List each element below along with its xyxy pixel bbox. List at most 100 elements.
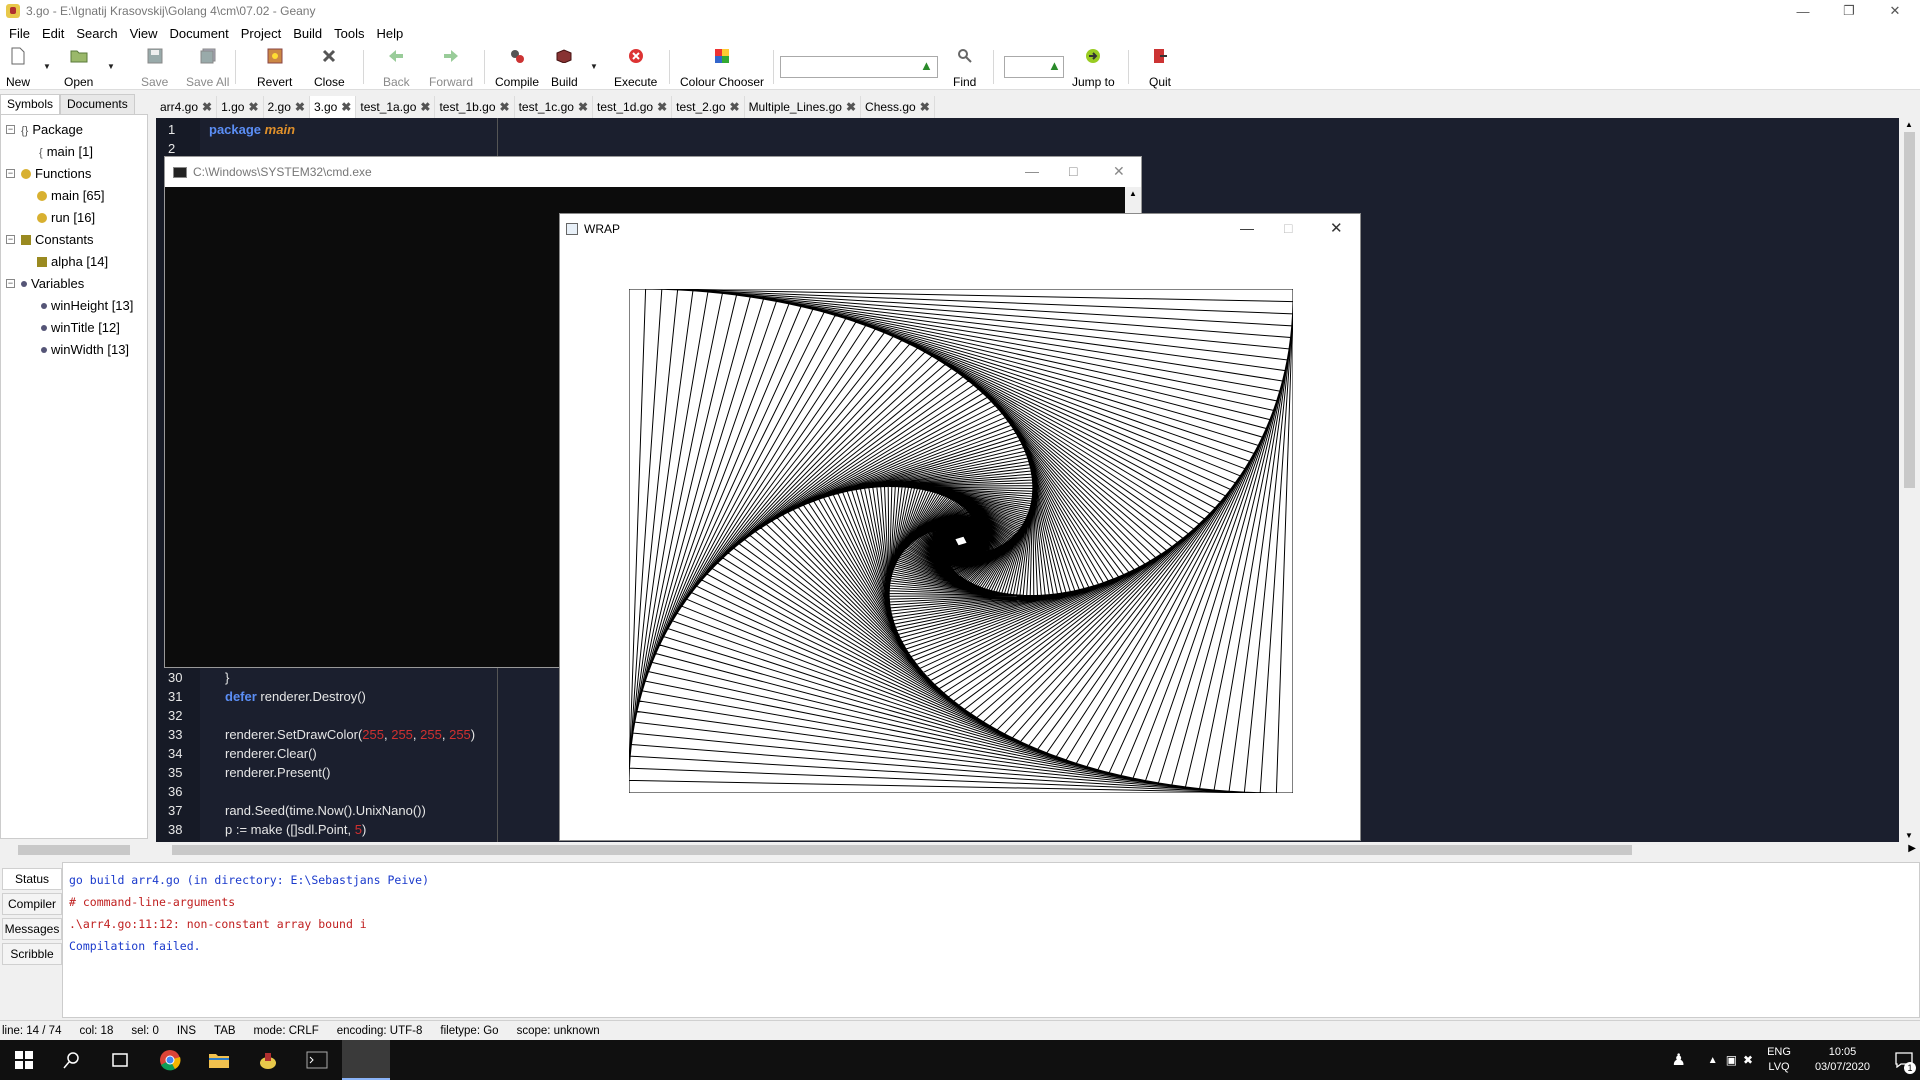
search-go-icon[interactable]: ▲: [920, 58, 933, 73]
cmd-close-button[interactable]: ✕: [1113, 163, 1125, 180]
cmd-taskbar-button[interactable]: [293, 1040, 341, 1080]
close-tab-icon[interactable]: ✖: [420, 100, 430, 114]
collapse-icon[interactable]: −: [6, 235, 15, 244]
scroll-right-arrow-icon[interactable]: ▶: [1908, 843, 1916, 854]
volume-muted-icon[interactable]: ✖: [1743, 1053, 1753, 1067]
doc-tab[interactable]: test_1b.go ✖: [435, 96, 515, 118]
tree-item-alpha[interactable]: alpha [14]: [37, 254, 108, 269]
build-button[interactable]: Build: [551, 47, 578, 89]
doc-tab[interactable]: test_1d.go ✖: [593, 96, 673, 118]
tab-compiler[interactable]: Compiler: [2, 893, 62, 915]
cmd-maximize-button[interactable]: □: [1069, 163, 1077, 179]
close-window-button[interactable]: ✕: [1872, 0, 1918, 22]
tree-item-winheight[interactable]: winHeight [13]: [41, 298, 133, 313]
collapse-icon[interactable]: −: [6, 125, 15, 134]
close-tab-icon[interactable]: ✖: [657, 100, 667, 114]
back-button[interactable]: Back: [383, 47, 410, 89]
collapse-icon[interactable]: −: [6, 279, 15, 288]
minimize-button[interactable]: —: [1780, 0, 1826, 22]
network-icon[interactable]: ▣: [1726, 1053, 1737, 1067]
scroll-up-arrow-icon[interactable]: ▲: [1129, 189, 1137, 198]
doc-tab[interactable]: test_2.go ✖: [672, 96, 745, 118]
scrollbar-thumb[interactable]: [18, 845, 130, 855]
open-button[interactable]: Open: [64, 47, 93, 89]
tree-group-variables[interactable]: − Variables: [6, 276, 84, 291]
cmd-title-bar[interactable]: C:\Windows\SYSTEM32\cmd.exe — □ ✕: [165, 157, 1141, 187]
start-button[interactable]: [0, 1040, 48, 1080]
menu-project[interactable]: Project: [235, 26, 287, 41]
restore-button[interactable]: ❐: [1826, 0, 1872, 22]
search-input[interactable]: [780, 56, 938, 78]
tab-scribble[interactable]: Scribble: [2, 943, 62, 965]
doc-tab[interactable]: Multiple_Lines.go ✖: [744, 96, 862, 118]
forward-button[interactable]: Forward: [429, 47, 473, 89]
tab-documents[interactable]: Documents: [60, 94, 135, 114]
wrap-title-bar[interactable]: WRAP — □ ✕: [560, 214, 1360, 244]
tree-group-functions[interactable]: − Functions: [6, 166, 91, 181]
build-dropdown-arrow-icon[interactable]: ▼: [590, 62, 598, 71]
tree-item-run-function[interactable]: run [16]: [37, 210, 95, 225]
close-tab-icon[interactable]: ✖: [500, 100, 510, 114]
sdl-wrap-taskbar-button[interactable]: [342, 1040, 390, 1080]
menu-edit[interactable]: Edit: [36, 26, 70, 41]
close-tab-icon[interactable]: ✖: [846, 100, 856, 114]
wrap-window[interactable]: WRAP — □ ✕: [559, 213, 1361, 841]
quit-button[interactable]: Quit: [1149, 47, 1171, 89]
goto-go-icon[interactable]: ▲: [1048, 58, 1061, 73]
editor-horizontal-scrollbar[interactable]: ▶: [156, 842, 1920, 858]
menu-help[interactable]: Help: [371, 26, 410, 41]
wrap-minimize-button[interactable]: —: [1240, 220, 1254, 236]
menu-view[interactable]: View: [124, 26, 164, 41]
new-dropdown-arrow-icon[interactable]: ▼: [43, 62, 51, 71]
wrap-close-button[interactable]: ✕: [1330, 219, 1343, 237]
close-tab-icon[interactable]: ✖: [295, 100, 305, 114]
task-view-button[interactable]: [96, 1040, 144, 1080]
tab-symbols[interactable]: Symbols: [0, 94, 61, 114]
doc-tab[interactable]: 1.go ✖: [217, 96, 264, 118]
file-explorer-taskbar-button[interactable]: [195, 1040, 243, 1080]
compile-button[interactable]: Compile: [495, 47, 539, 89]
search-taskbar-button[interactable]: [48, 1040, 96, 1080]
action-center-button[interactable]: 1: [1888, 1040, 1920, 1080]
tree-group-package[interactable]: −{} Package: [6, 122, 83, 137]
doc-tab[interactable]: test_1c.go ✖: [514, 96, 594, 118]
wrap-maximize-button[interactable]: □: [1284, 220, 1292, 236]
menu-file[interactable]: File: [3, 26, 36, 41]
scrollbar-thumb[interactable]: [172, 845, 1632, 855]
tree-group-constants[interactable]: − Constants: [6, 232, 94, 247]
geany-taskbar-button[interactable]: [244, 1040, 292, 1080]
clock[interactable]: 10:05 03/07/2020: [1815, 1045, 1870, 1075]
scrollbar-thumb[interactable]: [1904, 132, 1915, 488]
close-button[interactable]: Close: [314, 47, 345, 89]
compiler-output[interactable]: go build arr4.go (in directory: E:\Sebas…: [62, 862, 1920, 1018]
save-button[interactable]: Save: [141, 47, 168, 89]
colour-chooser-button[interactable]: Colour Chooser: [680, 47, 764, 89]
tree-item-main-package[interactable]: {main [1]: [39, 144, 93, 159]
new-button[interactable]: New: [6, 47, 30, 89]
people-icon[interactable]: ♟: [1671, 1050, 1685, 1070]
save-all-button[interactable]: Save All: [186, 47, 229, 89]
menu-build[interactable]: Build: [287, 26, 328, 41]
open-dropdown-arrow-icon[interactable]: ▼: [107, 62, 115, 71]
tab-status[interactable]: Status: [2, 868, 62, 890]
cmd-minimize-button[interactable]: —: [1025, 163, 1039, 179]
tree-item-main-function[interactable]: main [65]: [37, 188, 104, 203]
doc-tab[interactable]: 2.go ✖: [263, 96, 310, 118]
scroll-up-arrow-icon[interactable]: ▲: [1905, 120, 1913, 129]
find-button[interactable]: Find: [953, 47, 976, 89]
close-tab-icon[interactable]: ✖: [248, 100, 258, 114]
close-tab-icon[interactable]: ✖: [730, 100, 740, 114]
chrome-taskbar-button[interactable]: [146, 1040, 194, 1080]
doc-tab[interactable]: Chess.go ✖: [861, 96, 935, 118]
menu-tools[interactable]: Tools: [328, 26, 370, 41]
scroll-down-arrow-icon[interactable]: ▼: [1905, 831, 1913, 840]
doc-tab[interactable]: arr4.go ✖: [156, 96, 218, 118]
tree-item-winwidth[interactable]: winWidth [13]: [41, 342, 129, 357]
tree-item-wintitle[interactable]: winTitle [12]: [41, 320, 120, 335]
menu-search[interactable]: Search: [70, 26, 123, 41]
doc-tab-active[interactable]: 3.go ✖: [309, 96, 357, 118]
doc-tab[interactable]: test_1a.go ✖: [356, 96, 436, 118]
close-tab-icon[interactable]: ✖: [578, 100, 588, 114]
menu-document[interactable]: Document: [164, 26, 235, 41]
input-language-indicator[interactable]: ENG LVQ: [1767, 1045, 1791, 1075]
